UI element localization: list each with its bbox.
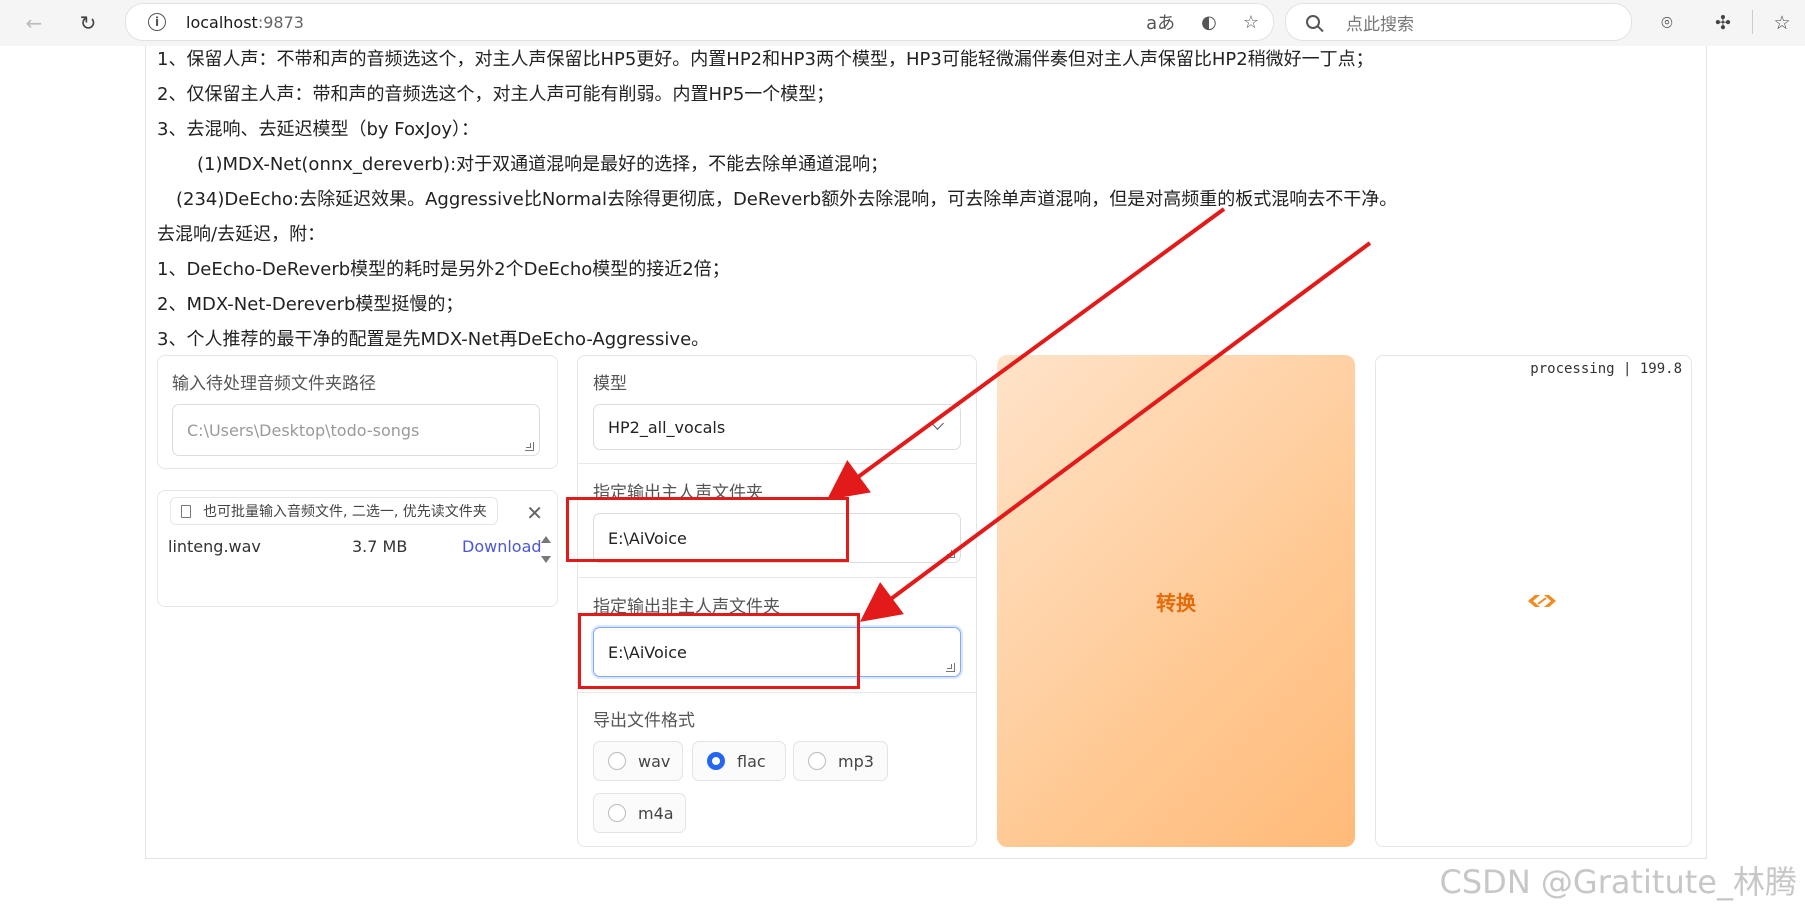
annotation-arrow (859, 241, 1372, 622)
annotation-arrow (826, 207, 1226, 500)
watermark: CSDN @Gratitute_林腾 (1439, 863, 1797, 901)
annotation-arrows (826, 207, 1372, 622)
